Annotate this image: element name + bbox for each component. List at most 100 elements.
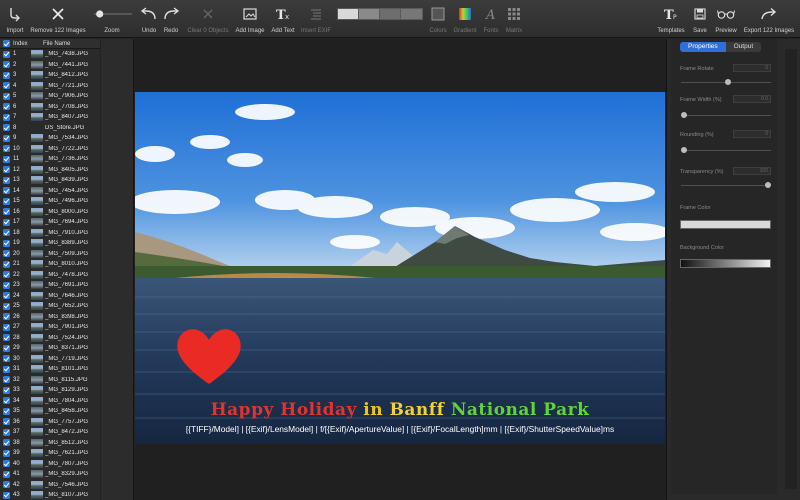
row-checkbox[interactable] bbox=[0, 460, 13, 468]
tab-output[interactable]: Output bbox=[725, 42, 762, 52]
row-checkbox[interactable] bbox=[0, 344, 13, 352]
slider-knob[interactable] bbox=[765, 182, 771, 188]
row-checkbox[interactable] bbox=[0, 313, 13, 321]
redo-button[interactable]: Redo bbox=[162, 0, 180, 38]
list-item[interactable]: 22 _MG_7478.JPG bbox=[0, 270, 133, 281]
heart-sticker[interactable] bbox=[173, 322, 245, 386]
slider-knob[interactable] bbox=[681, 147, 687, 153]
row-checkbox[interactable] bbox=[0, 271, 13, 279]
background-color-well[interactable] bbox=[680, 259, 771, 268]
list-item[interactable]: 37 _MG_8472.JPG bbox=[0, 427, 133, 438]
list-item[interactable]: 18 _MG_7910.JPG bbox=[0, 228, 133, 239]
index-column-header[interactable]: Index bbox=[13, 41, 43, 47]
list-item[interactable]: 13 _MG_8439.JPG bbox=[0, 175, 133, 186]
list-item[interactable]: 35 _MG_8458.JPG bbox=[0, 406, 133, 417]
exif-text-overlay[interactable]: [{TIFF}/Model] | [{Exif}/LensModel] | f/… bbox=[135, 424, 665, 434]
list-item[interactable]: 3 _MG_8412.JPG bbox=[0, 70, 133, 81]
list-item[interactable]: 23 _MG_7691.JPG bbox=[0, 280, 133, 291]
list-item[interactable]: 19 _MG_8389.JPG bbox=[0, 238, 133, 249]
list-item[interactable]: 29 _MG_8371.JPG bbox=[0, 343, 133, 354]
list-item[interactable]: 20 _MG_7509.JPG bbox=[0, 249, 133, 260]
rounding-field[interactable]: 0 bbox=[733, 130, 771, 138]
row-checkbox[interactable] bbox=[0, 323, 13, 331]
list-item[interactable]: 40 _MG_7807.JPG bbox=[0, 459, 133, 470]
tab-properties[interactable]: Properties bbox=[680, 42, 726, 52]
list-item[interactable]: 9 _MG_7534.JPG bbox=[0, 133, 133, 144]
list-item[interactable]: 39 _MG_7621.JPG bbox=[0, 448, 133, 459]
caption-text-overlay[interactable]: Happy Holiday in Banff National Park bbox=[135, 400, 665, 420]
row-checkbox[interactable] bbox=[0, 470, 13, 478]
row-checkbox[interactable] bbox=[0, 355, 13, 363]
row-checkbox[interactable] bbox=[0, 82, 13, 90]
list-item[interactable]: 30 _MG_7719.JPG bbox=[0, 354, 133, 365]
list-item[interactable]: 41 _MG_8329.JPG bbox=[0, 469, 133, 480]
list-item[interactable]: 27 _MG_7901.JPG bbox=[0, 322, 133, 333]
list-item[interactable]: 26 _MG_8398.JPG bbox=[0, 312, 133, 323]
row-checkbox[interactable] bbox=[0, 481, 13, 489]
remove-images-button[interactable]: Remove 122 Images bbox=[30, 0, 86, 38]
row-checkbox[interactable] bbox=[0, 145, 13, 153]
list-item[interactable]: 33 _MG_8129.JPG bbox=[0, 385, 133, 396]
list-item[interactable]: 12 _MG_8405.JPG bbox=[0, 165, 133, 176]
row-checkbox[interactable] bbox=[0, 218, 13, 226]
zoom-slider[interactable] bbox=[90, 0, 134, 27]
import-button[interactable]: Import bbox=[4, 0, 26, 38]
gradient-button[interactable]: Gradient bbox=[452, 0, 478, 38]
slider-knob[interactable] bbox=[725, 79, 731, 85]
list-item[interactable]: 36 _MG_7757.JPG bbox=[0, 417, 133, 428]
row-checkbox[interactable] bbox=[0, 176, 13, 184]
frame-width-field[interactable]: 0.0 bbox=[733, 95, 771, 103]
rounding-slider[interactable] bbox=[681, 147, 771, 153]
slider-knob[interactable] bbox=[681, 112, 687, 118]
templates-button[interactable]: TP Templates bbox=[655, 0, 687, 38]
colors-button[interactable]: Colors bbox=[428, 0, 448, 38]
undo-button[interactable]: Undo bbox=[140, 0, 158, 38]
list-item[interactable]: 34 _MG_7804.JPG bbox=[0, 396, 133, 407]
row-checkbox[interactable] bbox=[0, 449, 13, 457]
list-item[interactable]: 24 _MG_7646.JPG bbox=[0, 291, 133, 302]
add-image-button[interactable]: Add Image bbox=[234, 0, 266, 38]
list-item[interactable]: 17 _MG_7694.JPG bbox=[0, 217, 133, 228]
list-item[interactable]: 14 _MG_7454.JPG bbox=[0, 186, 133, 197]
row-checkbox[interactable] bbox=[0, 113, 13, 121]
row-checkbox[interactable] bbox=[0, 439, 13, 447]
transparency-field[interactable]: 100 bbox=[733, 167, 771, 175]
list-item[interactable]: 32 _MG_8115.JPG bbox=[0, 375, 133, 386]
list-item[interactable]: 7 _MG_8407.JPG bbox=[0, 112, 133, 123]
row-checkbox[interactable] bbox=[0, 418, 13, 426]
list-item[interactable]: 25 _MG_7652.JPG bbox=[0, 301, 133, 312]
list-item[interactable]: 2 _MG_7441.JPG bbox=[0, 60, 133, 71]
list-item[interactable]: 10 _MG_7722.JPG bbox=[0, 144, 133, 155]
frame-width-slider[interactable] bbox=[681, 112, 771, 118]
panel-scrollbar[interactable] bbox=[785, 49, 797, 489]
row-checkbox[interactable] bbox=[0, 50, 13, 58]
row-checkbox[interactable] bbox=[0, 134, 13, 142]
list-item[interactable]: 43 _MG_8107.JPG bbox=[0, 490, 133, 500]
row-checkbox[interactable] bbox=[0, 187, 13, 195]
row-checkbox[interactable] bbox=[0, 491, 13, 499]
row-checkbox[interactable] bbox=[0, 386, 13, 394]
frame-color-well[interactable] bbox=[680, 220, 771, 229]
list-item[interactable]: 28 _MG_7524.JPG bbox=[0, 333, 133, 344]
export-button[interactable]: Export 122 Images bbox=[741, 0, 797, 38]
row-checkbox[interactable] bbox=[0, 292, 13, 300]
row-checkbox[interactable] bbox=[0, 428, 13, 436]
row-checkbox[interactable] bbox=[0, 166, 13, 174]
list-item[interactable]: 38 _MG_8512.JPG bbox=[0, 438, 133, 449]
add-text-button[interactable]: Tx Add Text bbox=[269, 0, 297, 38]
list-item[interactable]: 42 _MG_7546.JPG bbox=[0, 480, 133, 491]
list-item[interactable]: 11 _MG_7736.JPG bbox=[0, 154, 133, 165]
row-checkbox[interactable] bbox=[0, 197, 13, 205]
frame-rotate-slider[interactable] bbox=[681, 79, 771, 85]
list-item[interactable]: 6 _MG_7708.JPG bbox=[0, 102, 133, 113]
row-checkbox[interactable] bbox=[0, 124, 13, 132]
list-item[interactable]: 16 _MG_8000.JPG bbox=[0, 207, 133, 218]
transparency-slider[interactable] bbox=[681, 182, 771, 188]
list-item[interactable]: 1 _MG_7438.JPG bbox=[0, 49, 133, 60]
save-button[interactable]: Save bbox=[690, 0, 710, 38]
row-checkbox[interactable] bbox=[0, 302, 13, 310]
row-checkbox[interactable] bbox=[0, 397, 13, 405]
row-checkbox[interactable] bbox=[0, 61, 13, 69]
file-name-column-header[interactable]: File Name bbox=[43, 41, 99, 47]
list-item[interactable]: 31 _MG_8101.JPG bbox=[0, 364, 133, 375]
